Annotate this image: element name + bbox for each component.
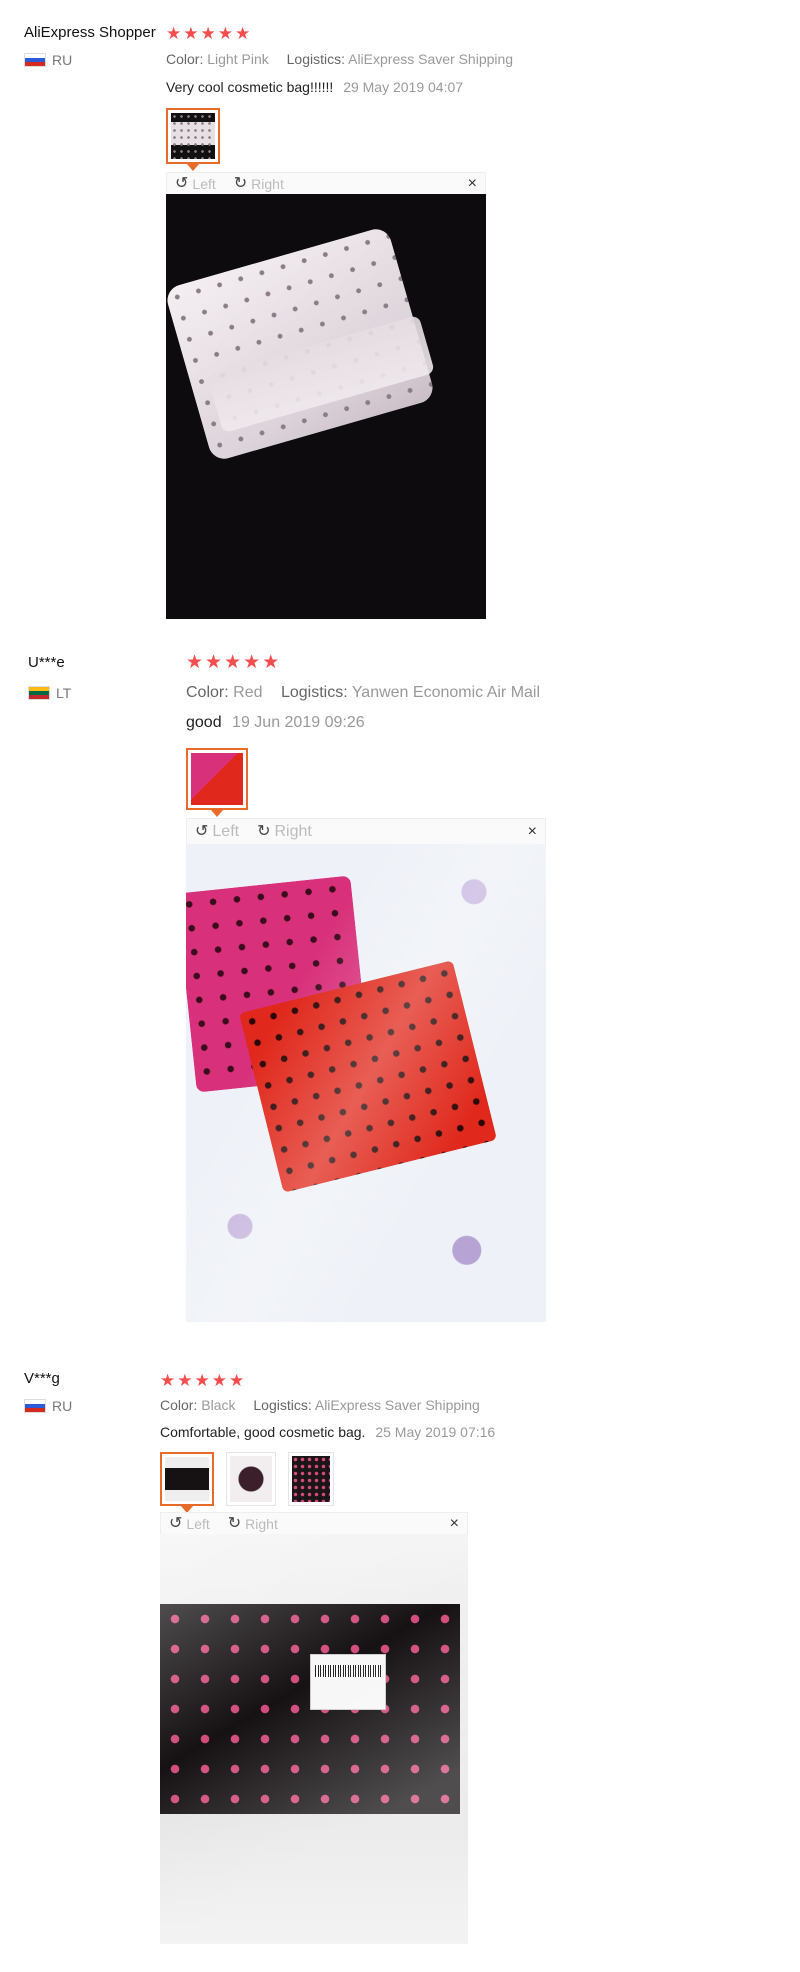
review-text: Very cool cosmetic bag!!!!!!: [166, 79, 334, 95]
star-rating: ★ ★ ★ ★ ★: [166, 25, 250, 42]
rotate-left-button[interactable]: ↺ Left: [169, 1514, 210, 1532]
close-icon[interactable]: ×: [468, 175, 477, 193]
star-icon: ★: [262, 652, 280, 673]
review-text-row: Comfortable, good cosmetic bag. 25 May 2…: [160, 1424, 495, 1440]
order-info: Color: Light Pink Logistics: AliExpress …: [166, 51, 527, 67]
color-label: Color:: [166, 51, 204, 67]
reviewer-country: LT: [28, 685, 71, 701]
russia-flag-icon: [24, 53, 46, 67]
country-code: RU: [52, 1398, 73, 1414]
country-code: RU: [52, 52, 73, 68]
photo-viewer: ↺ Left ↻ Right ×: [186, 818, 546, 1322]
thumbnail-image: [191, 753, 243, 805]
rotate-right-icon: ↻: [257, 822, 271, 840]
star-icon: ★: [229, 1371, 245, 1390]
photo-thumbnail[interactable]: [186, 748, 248, 817]
thumbnail-image: [171, 113, 215, 159]
order-info: Color: Red Logistics: Yanwen Economic Ai…: [186, 684, 554, 702]
country-code: LT: [56, 685, 72, 701]
logistics-value: AliExpress Saver Shipping: [348, 51, 514, 67]
star-icon: ★: [235, 24, 251, 43]
photo-thumbnails: [186, 748, 248, 817]
photo-viewer: ↺ Left ↻ Right ×: [160, 1512, 468, 1944]
rotate-left-label: Left: [186, 1515, 210, 1532]
logistics-label: Logistics:: [286, 51, 345, 67]
review-text: Comfortable, good cosmetic bag.: [160, 1424, 366, 1440]
rotate-right-label: Right: [274, 822, 312, 840]
plastic-wrap: [160, 1534, 468, 1944]
rotate-right-label: Right: [251, 175, 284, 192]
review-text-row: Very cool cosmetic bag!!!!!! 29 May 2019…: [166, 79, 463, 95]
photo-thumbnails: [160, 1452, 334, 1513]
review-text-row: good 19 Jun 2019 09:26: [186, 714, 365, 732]
viewer-toolbar: ↺ Left ↻ Right ×: [186, 818, 546, 844]
review-photo: [166, 194, 486, 619]
star-rating: ★ ★ ★ ★ ★: [160, 1372, 244, 1389]
review-text: good: [186, 714, 222, 731]
order-info: Color: Black Logistics: AliExpress Saver…: [160, 1397, 494, 1413]
review-photo: [160, 1534, 468, 1944]
rotate-left-label: Left: [192, 175, 216, 192]
star-icon: ★: [186, 652, 204, 673]
rotate-right-label: Right: [245, 1515, 278, 1532]
star-icon: ★: [160, 1371, 176, 1390]
color-label: Color:: [186, 684, 229, 701]
star-icon: ★: [205, 652, 223, 673]
star-icon: ★: [166, 24, 182, 43]
close-icon[interactable]: ×: [528, 823, 537, 841]
rotate-left-button[interactable]: ↺ Left: [195, 823, 239, 841]
photo-thumbnail[interactable]: [160, 1452, 214, 1513]
photo-thumbnail[interactable]: [288, 1452, 334, 1506]
review-date: 19 Jun 2019 09:26: [232, 714, 365, 731]
rotate-left-icon: ↺: [195, 822, 209, 840]
review-date: 25 May 2019 07:16: [375, 1424, 496, 1440]
star-icon: ★: [194, 1371, 210, 1390]
reviewer-name: AliExpress Shopper: [24, 24, 156, 41]
star-icon: ★: [200, 24, 216, 43]
star-icon: ★: [177, 1371, 193, 1390]
rotate-right-button[interactable]: ↻ Right: [233, 174, 284, 192]
close-icon[interactable]: ×: [450, 1515, 459, 1533]
reviewer-name: U***e: [28, 654, 65, 671]
rotate-left-button[interactable]: ↺ Left: [175, 174, 216, 192]
rotate-left-icon: ↺: [169, 1514, 183, 1532]
review-photo: [186, 844, 546, 1322]
star-icon: ★: [211, 1371, 227, 1390]
rotate-right-button[interactable]: ↻ Right: [227, 1514, 278, 1532]
thumbnail-image: [165, 1457, 209, 1501]
photo-thumbnail[interactable]: [226, 1452, 276, 1506]
rotate-right-button[interactable]: ↻ Right: [257, 823, 312, 841]
photo-thumbnails: [166, 108, 220, 171]
photo-thumbnail[interactable]: [166, 108, 220, 171]
star-icon: ★: [224, 652, 242, 673]
color-value: Light Pink: [207, 51, 269, 67]
viewer-toolbar: ↺ Left ↻ Right ×: [166, 172, 486, 194]
viewer-toolbar: ↺ Left ↻ Right ×: [160, 1512, 468, 1534]
logistics-label: Logistics:: [280, 684, 348, 701]
plastic-shine: [186, 844, 546, 1322]
reviewer-country: RU: [24, 52, 72, 68]
reviewer-name: V***g: [24, 1370, 60, 1387]
review-date: 29 May 2019 04:07: [343, 79, 464, 95]
rotate-left-label: Left: [212, 822, 240, 840]
color-value: Black: [201, 1397, 236, 1413]
logistics-value: Yanwen Economic Air Mail: [351, 684, 541, 701]
color-value: Red: [233, 684, 263, 701]
color-label: Color:: [160, 1397, 198, 1413]
lithuania-flag-icon: [28, 686, 50, 700]
star-icon: ★: [183, 24, 199, 43]
thumbnail-image: [230, 1456, 272, 1502]
star-icon: ★: [217, 24, 233, 43]
star-rating: ★ ★ ★ ★ ★: [186, 652, 280, 673]
logistics-value: AliExpress Saver Shipping: [314, 1397, 480, 1413]
photo-viewer: ↺ Left ↻ Right ×: [166, 172, 486, 619]
reviewer-country: RU: [24, 1398, 72, 1414]
rotate-right-icon: ↻: [227, 1514, 242, 1532]
russia-flag-icon: [24, 1399, 46, 1413]
logistics-label: Logistics:: [253, 1397, 312, 1413]
rotate-right-icon: ↻: [233, 174, 248, 192]
star-icon: ★: [243, 652, 261, 673]
rotate-left-icon: ↺: [175, 174, 189, 192]
thumbnail-image: [292, 1456, 330, 1502]
